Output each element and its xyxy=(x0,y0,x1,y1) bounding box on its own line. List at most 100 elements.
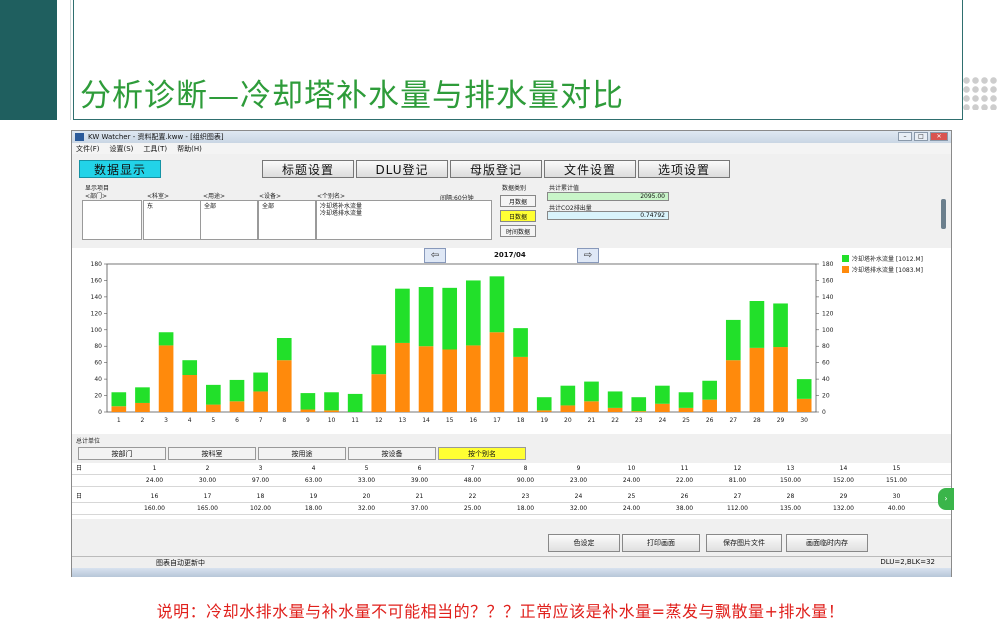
menu-file[interactable]: 文件(F) xyxy=(76,144,100,154)
table-value-cell: 102.00 xyxy=(250,505,271,512)
status-auto-update: 图表自动更新中 xyxy=(156,559,205,567)
bar-makeup xyxy=(111,392,127,407)
x-tick-label: 10 xyxy=(328,417,336,424)
bar-makeup xyxy=(347,393,363,412)
app-window: KW Watcher - 资料配置.kww - [组织图表] – □ ✕ 文件(… xyxy=(71,130,952,577)
bar-makeup xyxy=(513,328,528,357)
hourly-data-button[interactable]: 时间数据 xyxy=(500,225,536,237)
table-day-cell: 29 xyxy=(839,493,848,500)
table-value-cell: 39.00 xyxy=(410,477,429,484)
legend-swatch xyxy=(842,255,849,262)
legend-label: 冷却塔补水流量 [1012.M] xyxy=(852,255,923,263)
table-day-cell: 7 xyxy=(470,465,475,472)
x-tick-label: 27 xyxy=(729,417,737,424)
table-day-cell: 22 xyxy=(468,493,477,500)
save-image-button[interactable]: 保存图片文件 xyxy=(706,534,782,552)
y-tick-label: 100 xyxy=(91,327,103,334)
bar-blowdown xyxy=(418,346,434,412)
file-settings-button[interactable]: 文件设置 xyxy=(544,160,636,178)
window-titlebar: KW Watcher - 资料配置.kww - [组织图表] – □ ✕ xyxy=(72,131,951,143)
y-tick-label-right: 100 xyxy=(822,327,834,334)
by-dept-button[interactable]: 按部门 xyxy=(78,447,166,460)
x-tick-label: 28 xyxy=(753,417,761,424)
next-month-button[interactable]: ⇨ xyxy=(577,248,599,263)
x-tick-label: 2 xyxy=(141,417,145,424)
slide: 分析诊断—冷却塔补水量与排水量对比 KW Watcher - 资料配置.kww … xyxy=(0,0,1001,640)
statusbar: 图表自动更新中 DLU=2,BLK=32 xyxy=(72,556,951,568)
table-day-cell: 27 xyxy=(733,493,742,500)
daily-data-button[interactable]: 日数据 xyxy=(500,210,536,222)
minimize-button[interactable]: – xyxy=(898,132,912,141)
table-value-cell: 152.00 xyxy=(833,477,854,484)
alias-item[interactable]: 冷却塔补水流量 xyxy=(320,203,362,210)
bar-blowdown xyxy=(182,375,198,412)
side-expand-tab[interactable]: › xyxy=(938,488,954,510)
bar-makeup xyxy=(584,381,599,402)
data-display-button[interactable]: 数据显示 xyxy=(79,160,161,178)
bar-makeup xyxy=(371,345,387,375)
x-tick-label: 11 xyxy=(351,417,359,424)
y-tick-label: 40 xyxy=(94,376,102,383)
use-list[interactable]: 全部 xyxy=(200,200,258,240)
slide-title: 分析诊断—冷却塔补水量与排水量对比 xyxy=(80,78,624,114)
by-alias-button[interactable]: 按个别名 xyxy=(438,447,526,460)
by-device-button[interactable]: 按设备 xyxy=(348,447,436,460)
menu-settings[interactable]: 设置(S) xyxy=(110,144,134,154)
legend-label: 冷却塔排水流量 [1083.M] xyxy=(852,266,923,274)
x-tick-label: 18 xyxy=(517,417,525,424)
table-day-cell: 2 xyxy=(205,465,210,472)
x-tick-label: 5 xyxy=(211,417,215,424)
table-value-cell: 32.00 xyxy=(569,505,588,512)
room-list[interactable]: 东 xyxy=(143,200,201,240)
close-button[interactable]: ✕ xyxy=(930,132,948,141)
alias-list[interactable]: 冷却塔补水流量 冷却塔排水流量 xyxy=(316,200,492,240)
table-day-cell: 12 xyxy=(733,465,742,472)
room-label: <科室> xyxy=(147,193,170,200)
menu-tools[interactable]: 工具(T) xyxy=(143,144,167,154)
bar-makeup xyxy=(182,360,198,375)
menu-help[interactable]: 帮助(H) xyxy=(177,144,202,154)
table-value-cell: 22.00 xyxy=(675,477,694,484)
table-value-cell: 160.00 xyxy=(144,505,165,512)
device-value: 全部 xyxy=(262,203,275,210)
x-tick-label: 19 xyxy=(540,417,548,424)
table-day-cell: 18 xyxy=(256,493,265,500)
x-tick-label: 9 xyxy=(306,417,310,424)
dlu-register-button[interactable]: DLU登记 xyxy=(356,160,448,178)
y-tick-label: 0 xyxy=(98,409,102,416)
bar-blowdown xyxy=(276,360,292,412)
option-settings-button[interactable]: 选项设置 xyxy=(638,160,730,178)
master-register-button[interactable]: 母版登记 xyxy=(450,160,542,178)
color-settings-button[interactable]: 色设定 xyxy=(548,534,620,552)
x-tick-label: 13 xyxy=(399,417,407,424)
bar-makeup xyxy=(276,338,292,361)
by-use-button[interactable]: 按用途 xyxy=(258,447,346,460)
bar-blowdown xyxy=(773,347,788,412)
bar-makeup xyxy=(135,387,150,403)
bar-blowdown xyxy=(536,410,552,412)
total-value: 2095.00 xyxy=(547,192,669,201)
table-day-cell: 26 xyxy=(680,493,689,500)
print-screen-button[interactable]: 打印画面 xyxy=(622,534,700,552)
x-tick-label: 16 xyxy=(469,417,477,424)
x-tick-label: 3 xyxy=(164,417,168,424)
title-settings-button[interactable]: 标题设置 xyxy=(262,160,354,178)
monthly-data-button[interactable]: 月数据 xyxy=(500,195,536,207)
x-tick-label: 12 xyxy=(375,417,383,424)
by-room-button[interactable]: 按科室 xyxy=(168,447,256,460)
table-day-cell: 5 xyxy=(364,465,369,472)
y-tick-label-right: 160 xyxy=(822,277,834,284)
scrollbar-thumb[interactable] xyxy=(941,199,946,229)
app-icon xyxy=(75,133,84,141)
prev-month-button[interactable]: ⇦ xyxy=(424,248,446,263)
bar-blowdown xyxy=(300,409,316,412)
screen-temp-memory-button[interactable]: 画面临时内存 xyxy=(786,534,868,552)
main-toolbar: 数据显示 标题设置 DLU登记 母版登记 文件设置 选项设置 xyxy=(72,158,951,180)
maximize-button[interactable]: □ xyxy=(914,132,928,141)
alias-item[interactable]: 冷却塔排水流量 xyxy=(320,210,362,217)
dept-list[interactable] xyxy=(82,200,142,240)
x-tick-label: 29 xyxy=(777,417,785,424)
device-list[interactable]: 全部 xyxy=(258,200,316,240)
bar-makeup xyxy=(702,380,717,400)
table-value-cell: 112.00 xyxy=(727,505,748,512)
